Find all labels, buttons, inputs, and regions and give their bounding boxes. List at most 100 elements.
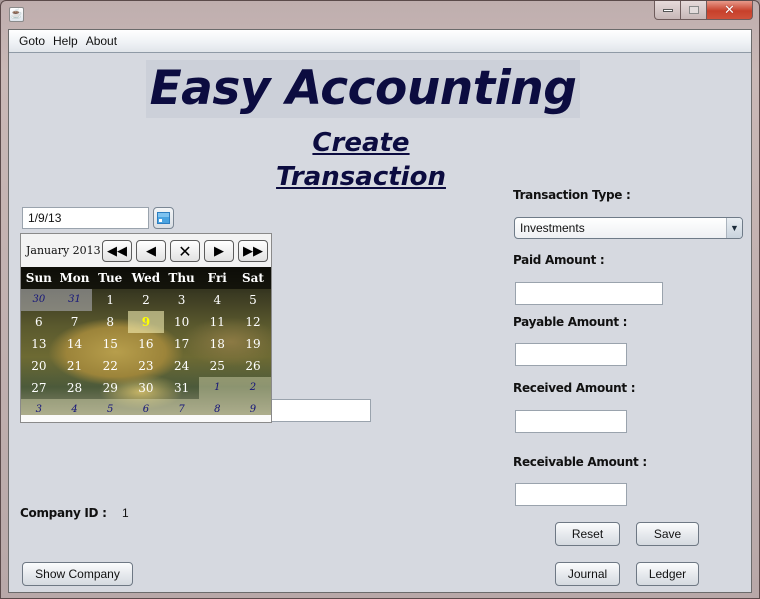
calendar-popup: January 2013 ◀◀ ◀ ✕ ▶ ▶▶ Sun Mon Tue Wed…: [20, 233, 272, 423]
calendar-day[interactable]: 30: [21, 289, 57, 311]
calendar-day[interactable]: 2: [128, 289, 164, 311]
minimize-button[interactable]: [654, 1, 681, 20]
weekday-header-row: Sun Mon Tue Wed Thu Fri Sat: [21, 267, 271, 289]
calendar-day[interactable]: 19: [235, 333, 271, 355]
calendar-day[interactable]: 30: [128, 377, 164, 399]
calendar-day[interactable]: 31: [164, 377, 200, 399]
calendar-day[interactable]: 6: [21, 311, 57, 333]
weekday-label: Wed: [131, 271, 161, 285]
calendar-day[interactable]: 13: [21, 333, 57, 355]
clear-date-button[interactable]: ✕: [170, 240, 200, 262]
weekday-label: Thu: [168, 271, 195, 285]
save-button[interactable]: Save: [636, 522, 699, 546]
receivable-amount-label: Receivable Amount :: [513, 455, 647, 469]
maximize-button[interactable]: [681, 1, 707, 20]
next-year-button[interactable]: ▶▶: [238, 240, 268, 262]
calendar-day[interactable]: 10: [164, 311, 200, 333]
calendar-day[interactable]: 8: [92, 311, 128, 333]
calendar-week-row: 6 7 8 9 10 11 12: [21, 311, 271, 333]
calendar-day[interactable]: 29: [92, 377, 128, 399]
prev-year-button[interactable]: ◀◀: [102, 240, 132, 262]
calendar-day[interactable]: 20: [21, 355, 57, 377]
calendar-day[interactable]: 21: [57, 355, 93, 377]
menu-help[interactable]: Help: [53, 34, 78, 48]
weekday-label: Sun: [25, 271, 52, 285]
payable-amount-label: Payable Amount :: [513, 315, 628, 329]
calendar-week-row: 30 31 1 2 3 4 5: [21, 289, 271, 311]
calendar-day[interactable]: 24: [164, 355, 200, 377]
app-window: ☕ ✕ Goto Help About Easy Accounting Crea…: [0, 0, 760, 599]
left-arrow-icon: ◀: [146, 243, 156, 259]
chevron-down-icon[interactable]: ▼: [726, 218, 742, 238]
payable-amount-input[interactable]: [515, 343, 627, 366]
calendar-day[interactable]: 22: [92, 355, 128, 377]
calendar-day[interactable]: 15: [92, 333, 128, 355]
calendar-day[interactable]: 14: [57, 333, 93, 355]
title-bar[interactable]: ☕ ✕: [1, 1, 759, 29]
java-coffee-icon: ☕: [9, 7, 24, 22]
app-title: Easy Accounting: [146, 60, 580, 118]
page-title: Create Transaction: [276, 128, 446, 192]
calendar-day[interactable]: 26: [235, 355, 271, 377]
company-id-label: Company ID :: [20, 506, 107, 520]
menu-goto[interactable]: Goto: [19, 34, 45, 48]
calendar-day[interactable]: 3: [164, 289, 200, 311]
minimize-icon: [662, 8, 673, 12]
calendar-day[interactable]: 16: [128, 333, 164, 355]
calendar-icon: [157, 212, 170, 224]
transaction-type-value: Investments: [520, 221, 585, 235]
weekday-label: Sat: [241, 271, 264, 285]
menu-about[interactable]: About: [86, 34, 117, 48]
double-right-arrow-icon: ▶▶: [243, 243, 263, 259]
calendar-day[interactable]: 12: [235, 311, 271, 333]
calendar-day[interactable]: 1: [92, 289, 128, 311]
calendar-day[interactable]: 7: [57, 311, 93, 333]
right-arrow-icon: ▶: [214, 243, 224, 259]
close-button[interactable]: ✕: [707, 1, 753, 20]
calendar-footer: [21, 415, 271, 422]
close-icon: ✕: [724, 2, 735, 18]
weekday-label: Fri: [207, 271, 227, 285]
calendar-grid: Sun Mon Tue Wed Thu Fri Sat 30 31 1 2 3 4 5 6 7 8…: [21, 267, 271, 417]
calendar-day[interactable]: 2: [235, 377, 271, 399]
calendar-day[interactable]: 4: [199, 289, 235, 311]
calendar-week-row: 27 28 29 30 31 1 2: [21, 377, 271, 399]
next-month-button[interactable]: ▶: [204, 240, 234, 262]
paid-amount-input[interactable]: [515, 282, 663, 305]
received-amount-input[interactable]: [515, 410, 627, 433]
calendar-day[interactable]: 17: [164, 333, 200, 355]
prev-month-button[interactable]: ◀: [136, 240, 166, 262]
partially-hidden-text-field[interactable]: [272, 399, 371, 422]
double-left-arrow-icon: ◀◀: [107, 243, 127, 259]
weekday-label: Tue: [98, 271, 123, 285]
calendar-day[interactable]: 31: [56, 289, 93, 311]
journal-button[interactable]: Journal: [555, 562, 620, 586]
calendar-header: January 2013 ◀◀ ◀ ✕ ▶ ▶▶: [21, 234, 271, 267]
transaction-type-label: Transaction Type :: [513, 188, 631, 202]
reset-button[interactable]: Reset: [555, 522, 620, 546]
transaction-type-select[interactable]: Investments ▼: [514, 217, 743, 239]
date-picker-button[interactable]: [153, 207, 174, 229]
calendar-day[interactable]: 18: [199, 333, 235, 355]
menu-bar: Goto Help About: [9, 30, 751, 53]
calendar-day[interactable]: 5: [235, 289, 271, 311]
calendar-day[interactable]: 25: [199, 355, 235, 377]
paid-amount-label: Paid Amount :: [513, 253, 605, 267]
maximize-icon: [688, 6, 699, 14]
calendar-day[interactable]: 27: [21, 377, 57, 399]
date-input[interactable]: 1/9/13: [22, 207, 149, 229]
weekday-label: Mon: [59, 271, 90, 285]
calendar-day[interactable]: 23: [128, 355, 164, 377]
show-company-button[interactable]: Show Company: [22, 562, 133, 586]
calendar-day[interactable]: 11: [199, 311, 235, 333]
window-controls: ✕: [654, 1, 753, 20]
calendar-day[interactable]: 28: [57, 377, 93, 399]
calendar-day[interactable]: 1: [199, 377, 236, 399]
calendar-day-selected[interactable]: 9: [128, 311, 164, 333]
calendar-week-row: 13 14 15 16 17 18 19: [21, 333, 271, 355]
calendar-week-row: 20 21 22 23 24 25 26: [21, 355, 271, 377]
receivable-amount-input[interactable]: [515, 483, 627, 506]
ledger-button[interactable]: Ledger: [636, 562, 699, 586]
received-amount-label: Received Amount :: [513, 381, 636, 395]
client-area: Goto Help About Easy Accounting Create T…: [8, 29, 752, 593]
